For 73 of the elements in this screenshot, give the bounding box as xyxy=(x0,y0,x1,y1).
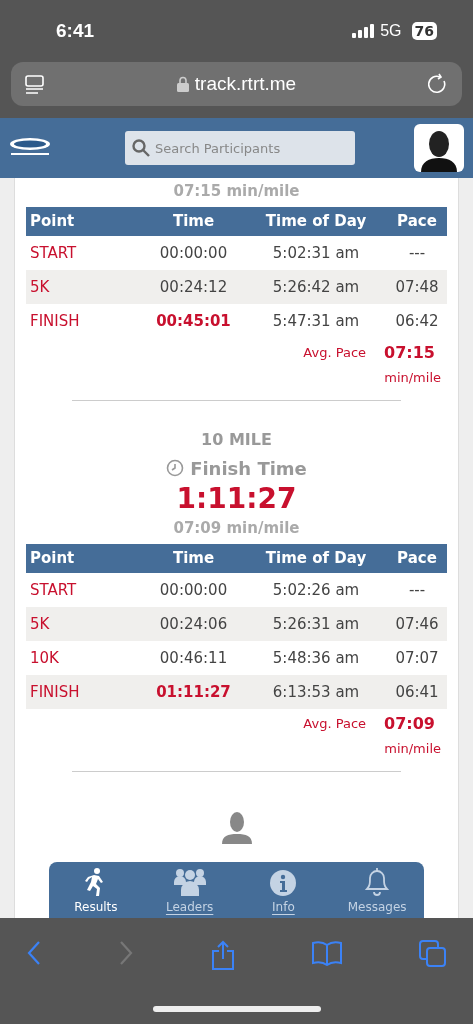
back-icon[interactable] xyxy=(26,940,42,966)
point-cell-text: 5K xyxy=(29,276,51,298)
pace-cell-text: 07:48 xyxy=(395,276,439,298)
time-cell-text: 00:00:00 xyxy=(159,242,228,264)
pace-cell-text: --- xyxy=(408,579,426,601)
time-of-day-cell-text: 5:48:36 am xyxy=(272,647,360,669)
bell-icon xyxy=(363,866,392,896)
time-of-day-cell-text: 5:26:42 am xyxy=(272,276,360,298)
pace-unit: min/mile xyxy=(384,740,441,758)
column-header: Time xyxy=(172,548,215,570)
pace-cell-text: 07:07 xyxy=(395,647,439,669)
time-cell-text: 01:11:27 xyxy=(156,681,231,703)
column-header: Time of Day xyxy=(265,548,367,570)
reload-icon[interactable] xyxy=(428,73,448,95)
info-icon xyxy=(270,870,297,896)
time-of-day-cell-text: 5:02:26 am xyxy=(272,579,360,601)
point-cell-text: 5K xyxy=(29,613,51,635)
time-cell-text: 00:00:00 xyxy=(159,579,228,601)
forward-icon[interactable] xyxy=(118,940,135,966)
point-cell-text: FINISH xyxy=(29,310,81,332)
time-cell-text: 00:46:11 xyxy=(159,647,228,669)
tab[interactable]: Info xyxy=(236,862,331,918)
network-label: 5G xyxy=(380,21,402,41)
point-cell-text: FINISH xyxy=(29,681,81,703)
pace-cell-text: --- xyxy=(408,242,426,264)
battery-indicator: 76 xyxy=(411,22,437,40)
time-of-day-cell-text: 6:13:53 am xyxy=(272,681,360,703)
lock-icon xyxy=(176,76,189,92)
time-cell-text: 00:45:01 xyxy=(156,310,231,332)
pace-cell-text: 06:42 xyxy=(395,310,439,332)
column-header: Point xyxy=(29,548,76,570)
signal-icon xyxy=(352,24,375,38)
point-cell-text: 10K xyxy=(29,647,60,669)
avg-pace-label: Avg. Pace xyxy=(303,715,367,734)
reader-icon[interactable] xyxy=(25,74,45,94)
pace-cell-text: 06:41 xyxy=(395,681,439,703)
column-header: Pace xyxy=(397,548,437,570)
avg-pace-value: 07:15 xyxy=(384,342,435,364)
tab[interactable]: Leaders xyxy=(142,862,237,918)
time-of-day-cell-text: 5:02:31 am xyxy=(272,242,360,264)
race-title: 10 MILE xyxy=(201,429,272,451)
person-icon xyxy=(219,812,254,844)
avg-pace-label: Avg. Pace xyxy=(303,344,367,363)
group-icon xyxy=(173,868,206,896)
point-cell-text: START xyxy=(29,579,78,601)
pace-summary: 07:09 min/mile xyxy=(173,517,300,539)
clock: 6:41 xyxy=(56,18,95,43)
tab[interactable]: Messages xyxy=(330,862,424,918)
pace-summary: 07:15 min/mile xyxy=(173,180,300,202)
url-text: track.rtrt.me xyxy=(194,71,297,96)
column-header: Time xyxy=(172,211,215,233)
column-header: Time of Day xyxy=(265,211,367,233)
pace-unit: min/mile xyxy=(384,369,441,387)
pace-cell-text: 07:46 xyxy=(395,613,439,635)
tab[interactable]: Results xyxy=(49,862,143,918)
finish-time-label: Finish Time xyxy=(190,456,307,481)
column-header: Pace xyxy=(397,211,437,233)
point-cell-text: START xyxy=(29,242,78,264)
time-cell-text: 00:24:12 xyxy=(159,276,228,298)
avg-pace-value: 07:09 xyxy=(384,713,435,735)
time-of-day-cell-text: 5:26:31 am xyxy=(272,613,360,635)
tabs-icon[interactable] xyxy=(419,940,447,968)
share-icon[interactable] xyxy=(210,940,235,970)
time-of-day-cell-text: 5:47:31 am xyxy=(272,310,360,332)
column-header: Point xyxy=(29,211,76,233)
clock-icon xyxy=(166,459,185,477)
address-bar[interactable]: track.rtrt.me xyxy=(11,62,462,106)
search-field[interactable]: Search Participants xyxy=(125,131,355,165)
time-cell-text: 00:24:06 xyxy=(159,613,228,635)
bookmarks-icon[interactable] xyxy=(310,940,343,966)
search-icon xyxy=(132,139,150,157)
finish-time: 1:11:27 xyxy=(176,481,297,517)
avatar[interactable] xyxy=(414,124,464,172)
